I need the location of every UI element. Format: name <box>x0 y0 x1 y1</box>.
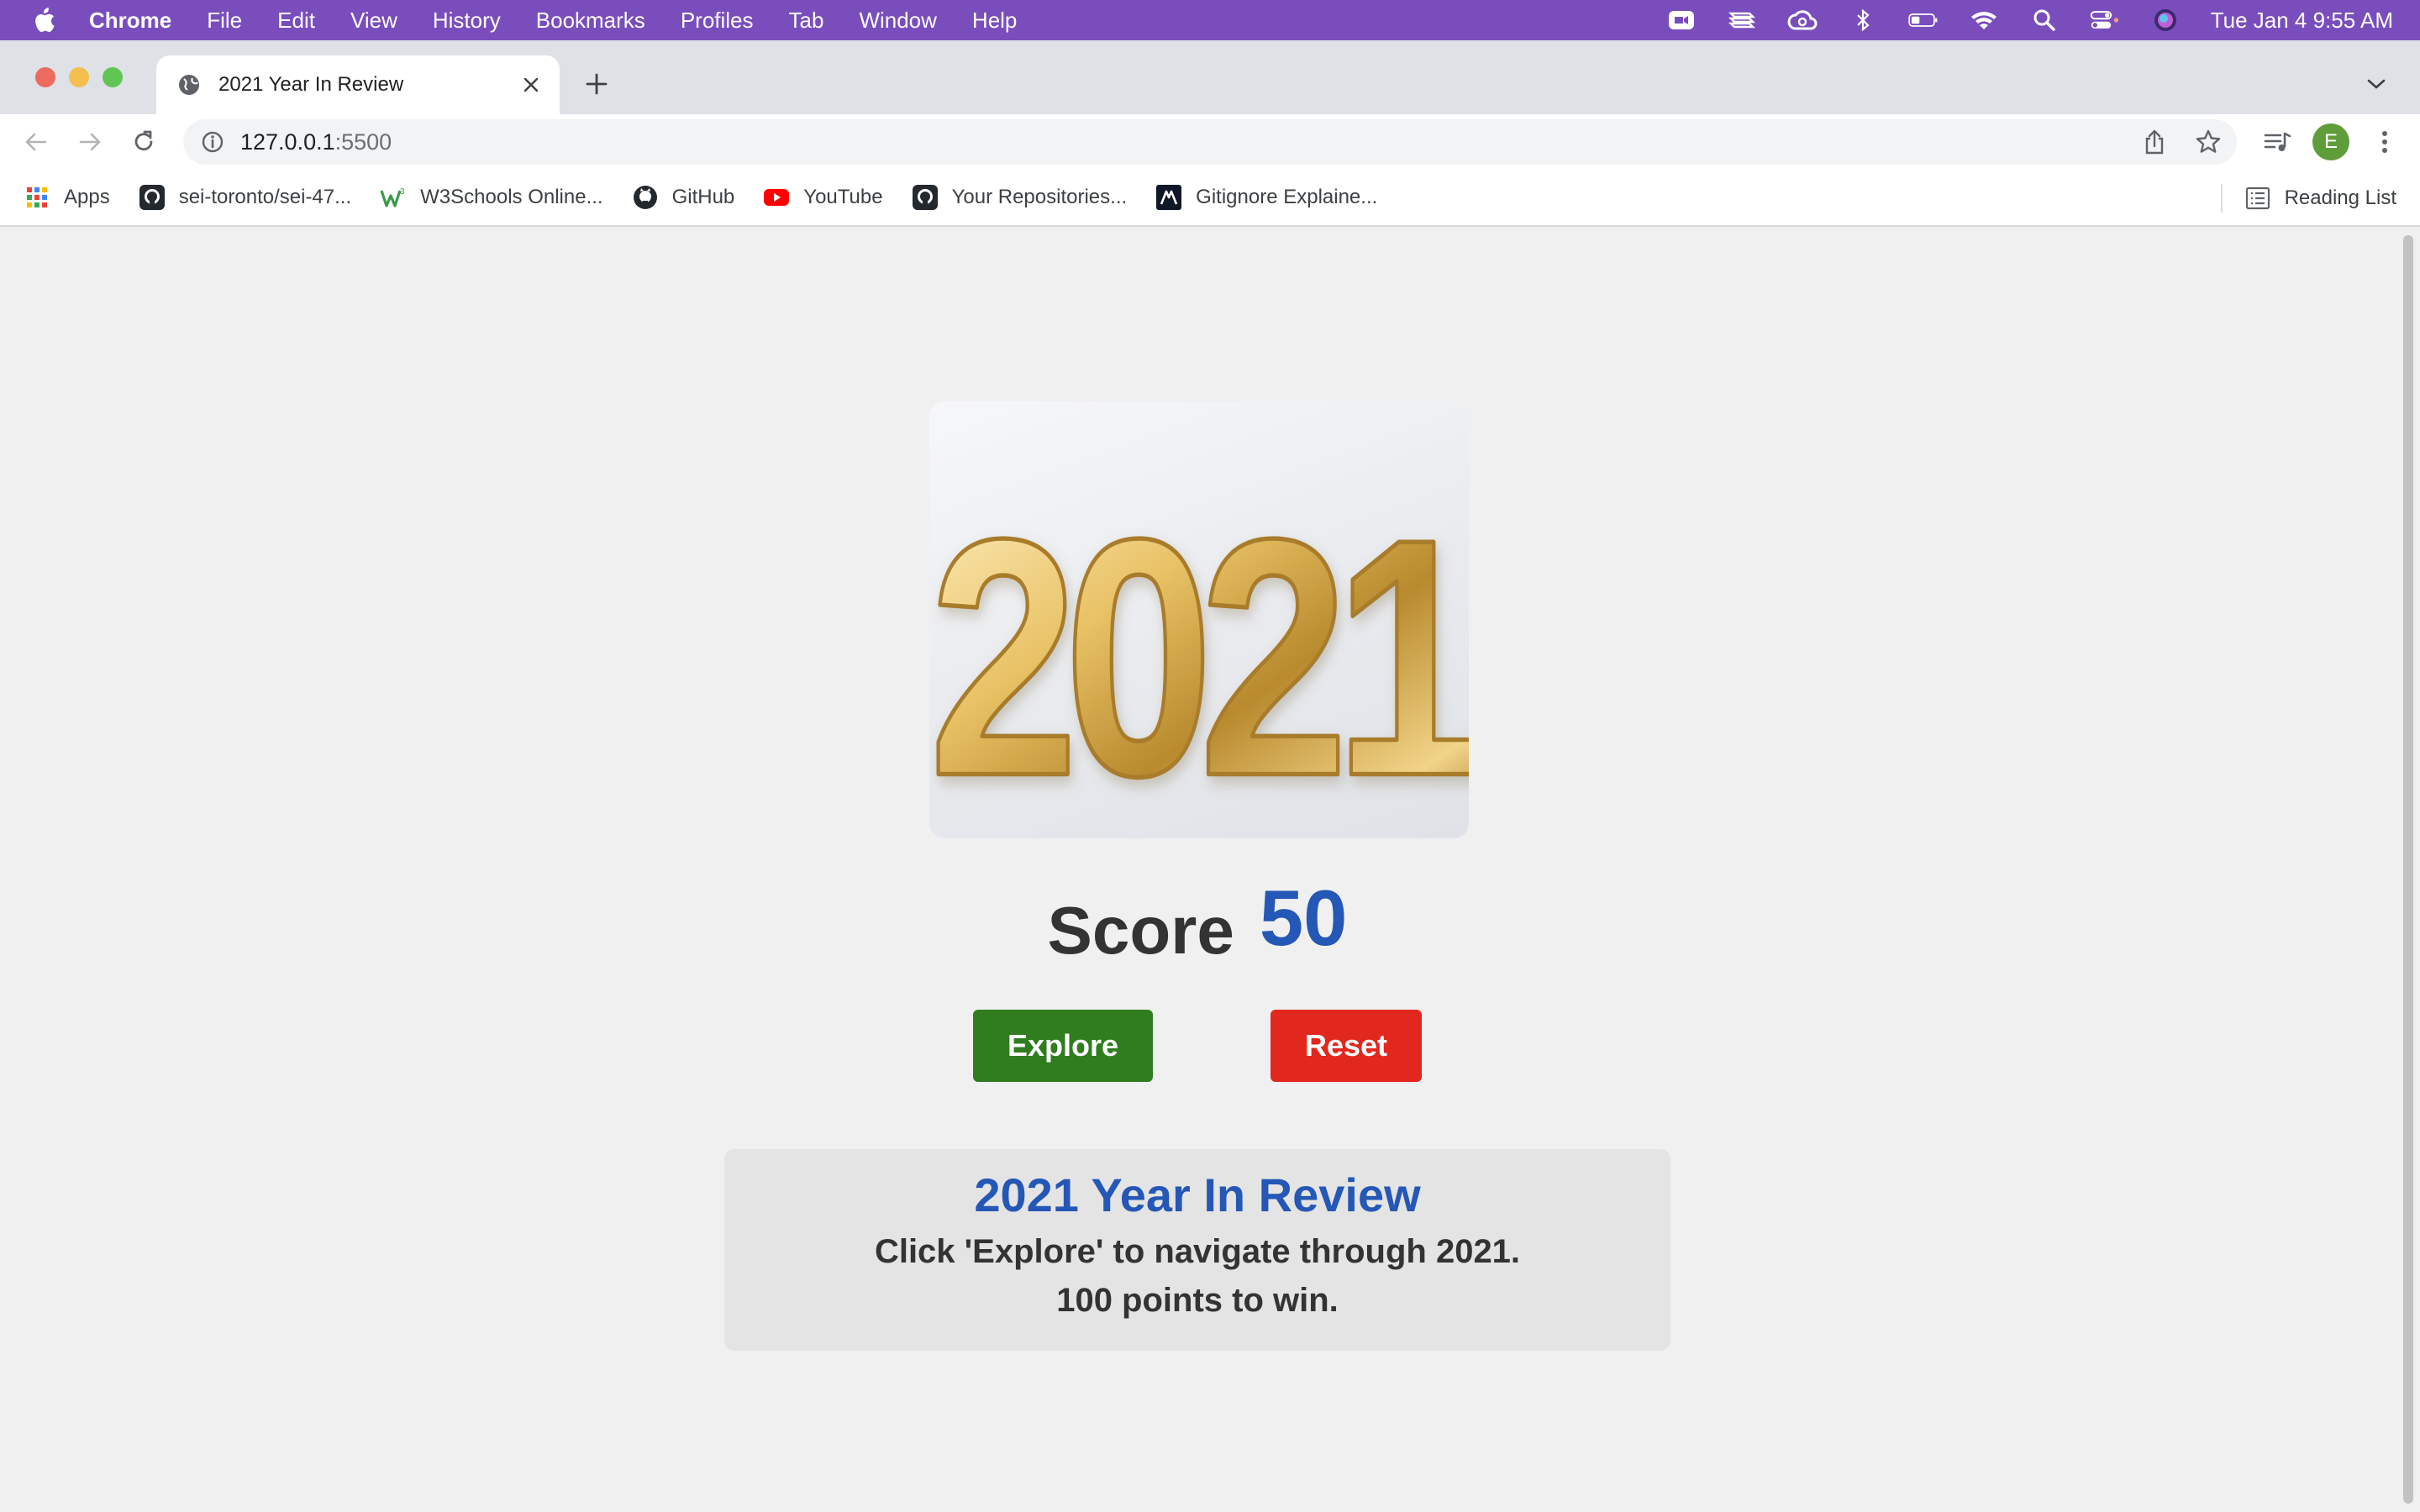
window-zoom-button[interactable] <box>103 67 123 87</box>
bookmark-star-icon[interactable] <box>2191 125 2225 159</box>
menu-bookmarks[interactable]: Bookmarks <box>536 8 645 34</box>
bookmark-sei-toronto[interactable]: sei-toronto/sei-47... <box>139 184 351 211</box>
stacks-icon[interactable] <box>1727 8 1757 32</box>
page-viewport: 2021 Score 50 Explore Reset 2021 Year In… <box>0 228 2420 1512</box>
avatar[interactable]: E <box>2312 123 2349 160</box>
bookmark-w3schools[interactable]: 3 W3Schools Online... <box>380 184 603 211</box>
share-icon[interactable] <box>2138 125 2171 159</box>
media-queue-icon[interactable] <box>2259 123 2296 160</box>
menu-help[interactable]: Help <box>972 8 1017 34</box>
bookmark-label: sei-toronto/sei-47... <box>178 186 352 208</box>
menubar-status-area: Tue Jan 4 9:55 AM <box>1666 0 2420 40</box>
macos-menu-bar: Chrome File Edit View History Bookmarks … <box>0 0 2420 40</box>
menu-file[interactable]: File <box>207 8 242 34</box>
bookmark-label: Gitignore Explaine... <box>1196 186 1378 208</box>
siri-icon[interactable] <box>2150 8 2181 32</box>
win-condition-line: 100 points to win. <box>1056 1282 1339 1319</box>
wifi-icon[interactable] <box>1969 8 1999 32</box>
zoom-icon[interactable] <box>1666 8 1697 32</box>
bookmark-label: W3Schools Online... <box>420 186 603 208</box>
toolbar-right: E <box>2259 114 2420 170</box>
youtube-icon <box>763 184 790 211</box>
github-icon <box>912 184 939 211</box>
score-label: Score <box>1047 893 1234 968</box>
info-icon[interactable] <box>200 129 225 155</box>
url-port: :5500 <box>334 129 392 155</box>
chevron-down-icon[interactable] <box>2358 66 2395 102</box>
url-host: 127.0.0.1 <box>240 129 335 155</box>
w3schools-icon: 3 <box>380 184 407 211</box>
tab-title: 2021 Year In Review <box>218 73 404 96</box>
menu-edit[interactable]: Edit <box>277 8 315 34</box>
bookmark-label: Your Repositories... <box>951 186 1128 208</box>
instruction-line: Click 'Explore' to navigate through 2021… <box>874 1233 1521 1270</box>
menu-window[interactable]: Window <box>859 8 936 34</box>
omnibox-actions <box>2118 119 2225 165</box>
score-value: 50 <box>1259 874 1348 962</box>
menu-tab[interactable]: Tab <box>789 8 824 34</box>
github-icon <box>632 184 659 211</box>
window-minimize-button[interactable] <box>69 67 89 87</box>
page-title: 2021 Year In Review <box>974 1168 1421 1221</box>
bookmark-your-repositories[interactable]: Your Repositories... <box>912 184 1128 211</box>
reading-list-icon <box>2245 186 2270 210</box>
back-arrow-icon[interactable] <box>17 123 55 161</box>
gold-balloons-illustration: 2021 <box>929 466 1469 838</box>
page-scrollbar[interactable] <box>2396 228 2420 1512</box>
instructions-card: 2021 Year In Review Click 'Explore' to n… <box>724 1149 1670 1351</box>
reload-icon[interactable] <box>124 123 163 161</box>
reading-list-label: Reading List <box>2284 186 2396 209</box>
menu-history[interactable]: History <box>433 8 501 34</box>
hero-text: 2021 <box>929 469 1469 838</box>
explore-button[interactable]: Explore <box>973 1010 1153 1082</box>
creative-cloud-icon[interactable] <box>1787 8 1818 32</box>
bookmark-label: Apps <box>64 186 110 208</box>
menubar-clock[interactable]: Tue Jan 4 9:55 AM <box>2211 8 2393 34</box>
browser-toolbar: 127.0.0.1:5500 E <box>0 114 2420 170</box>
bookmark-separator <box>2220 184 2223 213</box>
window-close-button[interactable] <box>35 67 55 87</box>
control-center-icon[interactable] <box>2090 8 2120 32</box>
bookmark-apps[interactable]: Apps <box>24 184 110 211</box>
globe-icon <box>179 75 199 95</box>
close-icon[interactable] <box>513 66 550 103</box>
svg-text:3: 3 <box>400 187 405 197</box>
bluetooth-icon[interactable] <box>1848 8 1878 32</box>
github-icon <box>139 184 166 211</box>
forward-arrow-icon[interactable] <box>71 123 109 161</box>
apple-logo-icon[interactable] <box>32 8 55 33</box>
battery-icon[interactable] <box>1908 8 1939 32</box>
menu-profiles[interactable]: Profiles <box>681 8 754 34</box>
bookmark-gitignore[interactable]: Gitignore Explaine... <box>1155 184 1377 211</box>
score-display: Score 50 <box>924 872 1470 964</box>
menu-view[interactable]: View <box>350 8 397 34</box>
new-tab-plus-icon[interactable] <box>576 64 617 104</box>
gitignore-icon <box>1155 184 1182 211</box>
apps-grid-icon <box>24 184 50 211</box>
reading-list[interactable]: Reading List <box>2220 170 2396 227</box>
scrollbar-thumb[interactable] <box>2403 235 2413 1504</box>
bookmarks-bar: Apps sei-toronto/sei-47... 3 W3Schools O… <box>0 170 2420 227</box>
reset-button[interactable]: Reset <box>1270 1010 1422 1082</box>
bookmark-youtube[interactable]: YouTube <box>763 184 883 211</box>
tab-active[interactable]: 2021 Year In Review <box>156 55 560 114</box>
menu-chrome[interactable]: Chrome <box>89 8 171 34</box>
kebab-menu-icon[interactable] <box>2366 123 2403 160</box>
bookmark-label: YouTube <box>803 186 883 208</box>
bookmark-label: GitHub <box>671 186 735 208</box>
tab-strip: 2021 Year In Review <box>0 40 2420 114</box>
hero-image-2021-balloons: 2021 <box>929 402 1469 838</box>
address-bar[interactable]: 127.0.0.1:5500 <box>183 119 2237 165</box>
bookmark-github[interactable]: GitHub <box>632 184 735 211</box>
spotlight-icon[interactable] <box>2029 8 2060 32</box>
